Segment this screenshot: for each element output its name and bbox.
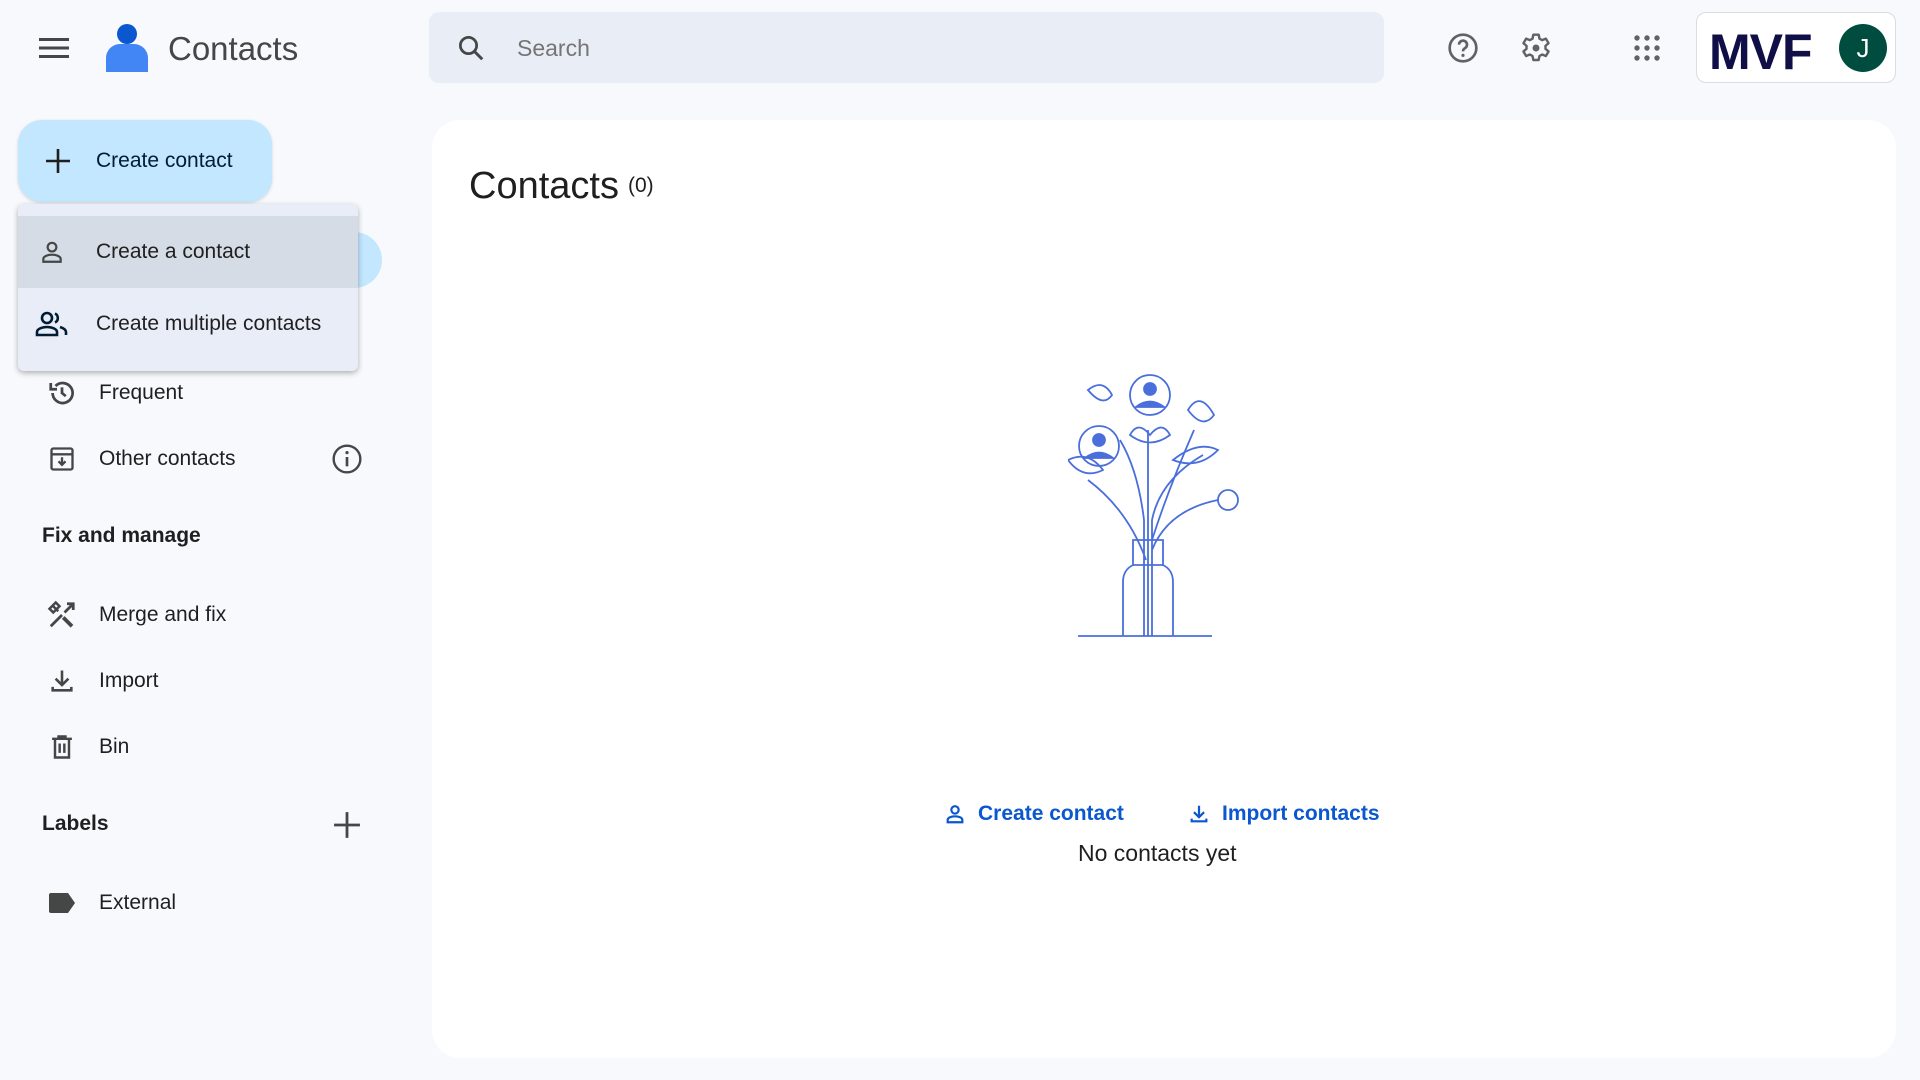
import-contacts-link-label: Import contacts — [1222, 802, 1380, 825]
sidebar-item-label: Other contacts — [99, 447, 236, 470]
sidebar-item-label: Import — [99, 669, 159, 692]
org-logo: MVF — [1709, 24, 1813, 80]
menu-item-label: Create multiple contacts — [96, 312, 322, 335]
archive-download-icon — [46, 444, 78, 474]
contact-count: (0) — [628, 174, 654, 197]
create-contact-button[interactable]: Create contact — [18, 120, 272, 202]
menu-icon[interactable] — [34, 28, 74, 68]
info-icon[interactable] — [330, 442, 364, 476]
person-icon — [38, 238, 66, 266]
people-icon — [34, 310, 70, 338]
app-title: Contacts — [168, 30, 299, 67]
menu-item-create-multiple-contacts[interactable]: Create multiple contacts — [18, 288, 358, 360]
empty-state-illustration — [1068, 374, 1239, 637]
add-label-icon[interactable] — [330, 808, 364, 842]
help-icon[interactable] — [1443, 28, 1483, 68]
avatar-initial: J — [1856, 32, 1870, 63]
tools-icon — [46, 599, 78, 631]
menu-item-create-a-contact[interactable]: Create a contact — [18, 216, 358, 288]
search-input[interactable] — [517, 26, 1357, 70]
create-contact-link[interactable]: Create contact — [942, 796, 1132, 832]
account-switcher[interactable]: MVF J — [1696, 12, 1896, 83]
sidebar-item-import[interactable]: Import — [18, 652, 382, 708]
history-icon — [46, 378, 78, 408]
search-icon[interactable] — [453, 30, 489, 66]
labels-heading: Labels — [42, 812, 109, 835]
menu-item-label: Create a contact — [96, 240, 251, 263]
search-bar[interactable] — [429, 12, 1384, 83]
label-item-external[interactable]: External — [18, 874, 382, 930]
download-icon — [46, 665, 78, 697]
import-contacts-link[interactable]: Import contacts — [1186, 796, 1386, 832]
apps-icon[interactable] — [1627, 28, 1667, 68]
label-item-label: External — [99, 891, 177, 914]
plus-icon — [44, 147, 72, 175]
sidebar-item-other-contacts[interactable]: Other contacts — [18, 430, 382, 486]
create-contact-label: Create contact — [96, 149, 233, 172]
contacts-logo-icon — [104, 22, 150, 74]
trash-icon — [46, 731, 78, 763]
sidebar-item-label: Frequent — [99, 381, 184, 404]
avatar[interactable]: J — [1839, 24, 1887, 72]
sidebar-item-bin[interactable]: Bin — [18, 718, 382, 774]
sidebar-item-label: Merge and fix — [99, 603, 227, 626]
create-contact-link-label: Create contact — [978, 802, 1124, 825]
sidebar-item-frequent[interactable]: Frequent — [18, 364, 382, 420]
sidebar-item-merge-and-fix[interactable]: Merge and fix — [18, 586, 382, 642]
download-icon — [1186, 801, 1212, 827]
person-icon — [942, 801, 968, 827]
label-icon — [46, 888, 78, 918]
page-title: Contacts — [469, 165, 619, 207]
settings-icon[interactable] — [1516, 28, 1556, 68]
empty-state-text: No contacts yet — [1078, 840, 1237, 866]
create-menu: Create a contact Create multiple contact… — [18, 204, 358, 371]
sidebar-item-label: Bin — [99, 735, 130, 758]
main-panel: Contacts (0) No contacts yet Create cont… — [432, 120, 1896, 1058]
fix-and-manage-heading: Fix and manage — [42, 524, 201, 547]
